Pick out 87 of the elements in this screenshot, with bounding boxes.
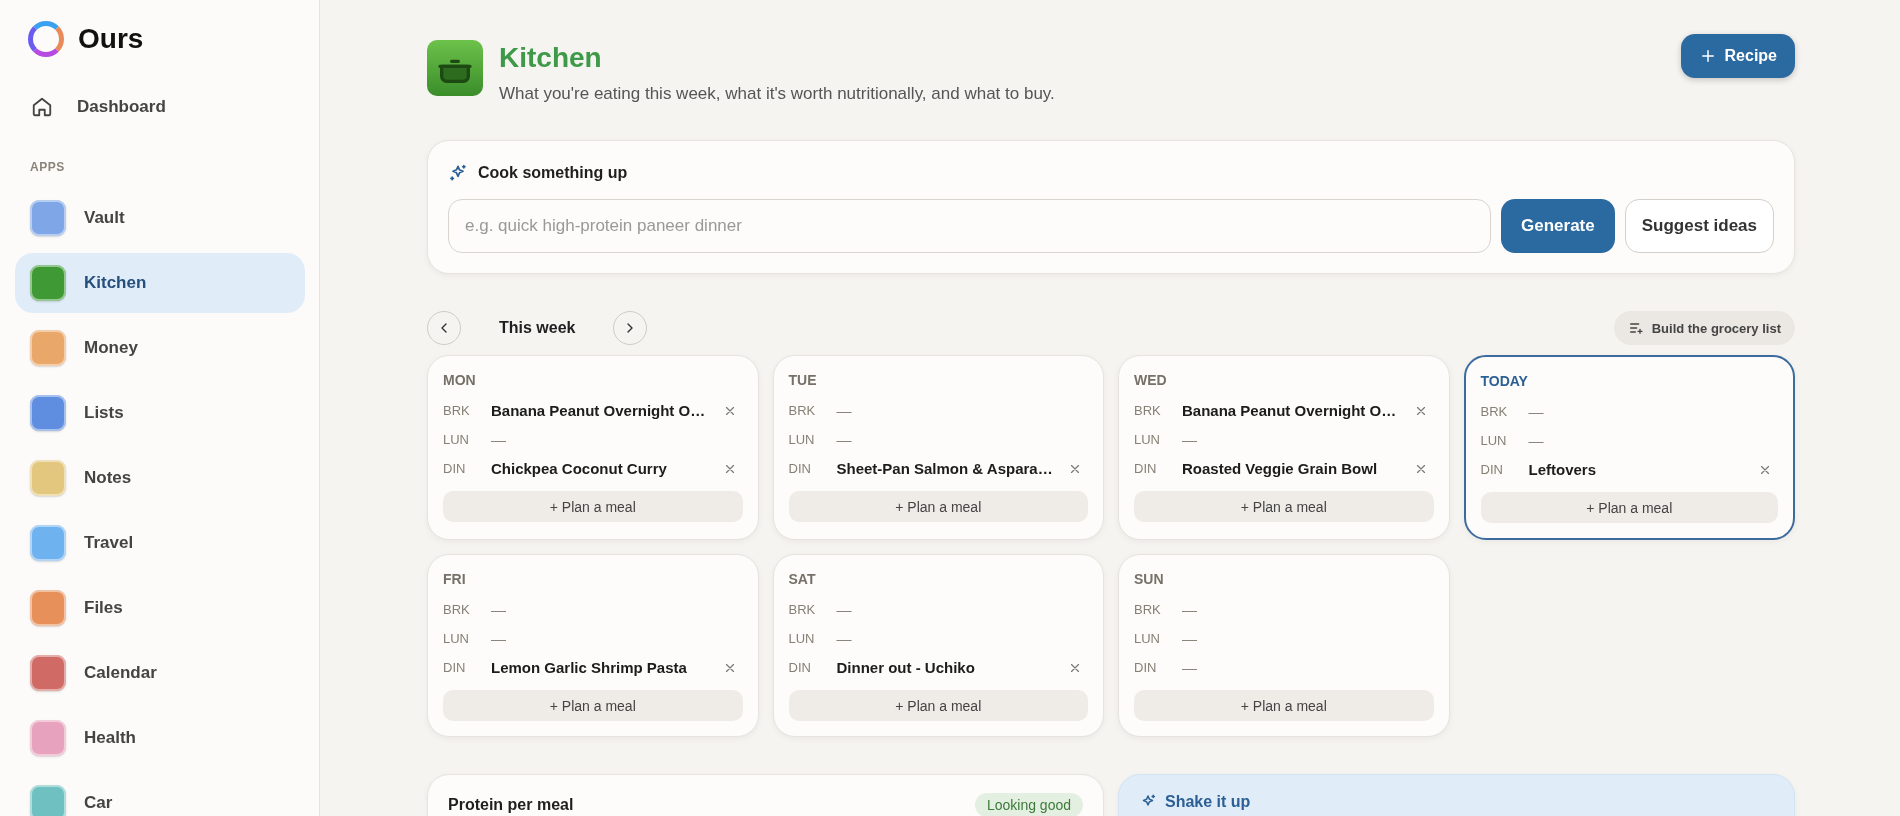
logo-icon bbox=[28, 21, 64, 57]
sidebar-item[interactable]: Lists bbox=[15, 383, 305, 443]
status-badge: Looking good bbox=[974, 793, 1083, 816]
meal-name: — bbox=[1182, 431, 1198, 448]
meal-slot-label: DIN bbox=[443, 461, 467, 476]
day-label: SUN bbox=[1134, 571, 1165, 587]
sidebar-item[interactable]: Health bbox=[15, 708, 305, 768]
plan-meal-button[interactable]: + Plan a meal bbox=[1134, 690, 1434, 721]
day-label: TODAY bbox=[1480, 373, 1529, 389]
card-title: Shake it up bbox=[1165, 793, 1251, 811]
section-label: APPS bbox=[30, 160, 66, 174]
meal-name: — bbox=[836, 402, 853, 419]
plan-meal-button[interactable]: + Plan a meal bbox=[1480, 492, 1778, 523]
meal-slot-label: DIN bbox=[1134, 660, 1158, 675]
plan-meal-button[interactable]: + Plan a meal bbox=[1134, 491, 1434, 522]
meal-name: — bbox=[1182, 601, 1198, 618]
day-label: FRI bbox=[443, 571, 467, 587]
suggest-ideas-button[interactable]: Suggest ideas bbox=[1624, 199, 1774, 253]
meal-slot-label: BRK bbox=[1134, 403, 1162, 418]
meal-slot-label: LUN bbox=[788, 631, 816, 646]
add-recipe-button[interactable]: Recipe bbox=[1680, 34, 1795, 78]
meal-name: — bbox=[1528, 403, 1545, 420]
build-grocery-list-button[interactable]: Build the grocery list bbox=[1613, 311, 1795, 345]
meal-name: — bbox=[836, 601, 853, 618]
day-label: WED bbox=[1134, 372, 1168, 388]
previous-week-button[interactable] bbox=[427, 311, 461, 345]
meal-slot-label: DIN bbox=[1480, 462, 1504, 477]
meal-name: — bbox=[491, 630, 507, 647]
meal-name: Roasted Veggie Grain Bowl bbox=[1182, 460, 1379, 477]
meal-name: Banana Peanut Overnight O… bbox=[1182, 402, 1398, 419]
meal-slot-label: BRK bbox=[788, 602, 817, 617]
meal-slot-label: BRK bbox=[443, 403, 471, 418]
sidebar-item[interactable]: Travel bbox=[15, 513, 305, 573]
day-label: MON bbox=[443, 372, 477, 388]
list-plus-icon bbox=[1627, 320, 1644, 336]
meal-slot-label: DIN bbox=[443, 660, 467, 675]
meal-name: — bbox=[491, 431, 507, 448]
dashboard-link[interactable]: Dashboard bbox=[15, 92, 305, 122]
meal-name: — bbox=[491, 601, 507, 618]
generate-button[interactable]: Generate bbox=[1501, 199, 1615, 253]
plan-meal-button[interactable]: + Plan a meal bbox=[443, 491, 743, 522]
meal-slot-label: DIN bbox=[788, 660, 812, 675]
meal-name: Lemon Garlic Shrimp Pasta bbox=[491, 659, 688, 676]
sidebar-item[interactable]: Car bbox=[15, 773, 305, 816]
week-label: This week bbox=[499, 319, 576, 337]
meal-name: Chickpea Coconut Curry bbox=[491, 460, 668, 477]
page-subtitle: What you're eating this week, what it's worth nutritionally, and what to buy. bbox=[499, 84, 1056, 104]
meal-slot-label: DIN bbox=[788, 461, 812, 476]
plan-meal-button[interactable]: + Plan a meal bbox=[788, 491, 1088, 522]
meal-slot-label: LUN bbox=[1134, 432, 1161, 447]
meal-name: — bbox=[1182, 630, 1198, 647]
meal-name: — bbox=[1182, 659, 1198, 676]
meal-slot-label: LUN bbox=[443, 432, 470, 447]
meal-name: — bbox=[836, 630, 853, 647]
meal-slot-label: BRK bbox=[788, 403, 817, 418]
meal-slot-label: LUN bbox=[1480, 433, 1508, 448]
meal-slot-label: DIN bbox=[1134, 461, 1158, 476]
meal-slot-label: BRK bbox=[1134, 602, 1162, 617]
sidebar-item[interactable]: Vault bbox=[15, 188, 305, 248]
sparkle-icon bbox=[448, 163, 468, 183]
home-icon bbox=[31, 96, 53, 118]
sidebar-item[interactable]: Money bbox=[15, 318, 305, 378]
meal-slot-label: LUN bbox=[1134, 631, 1161, 646]
card-title: Cook something up bbox=[478, 164, 628, 182]
sidebar-item[interactable]: Calendar bbox=[15, 643, 305, 703]
brand-name: Ours bbox=[78, 23, 144, 55]
plan-meal-button[interactable]: + Plan a meal bbox=[443, 690, 743, 721]
prompt-input-field[interactable]: e.g. quick high-protein paneer dinner bbox=[448, 199, 1492, 253]
meal-name: Leftovers bbox=[1528, 461, 1598, 478]
meal-name: Sheet-Pan Salmon & Aspara… bbox=[836, 460, 1054, 477]
page-title: Kitchen bbox=[499, 42, 603, 74]
plan-meal-button[interactable]: + Plan a meal bbox=[788, 690, 1088, 721]
next-week-button[interactable] bbox=[613, 311, 648, 345]
day-label: TUE bbox=[788, 372, 818, 388]
sidebar-item[interactable]: Files bbox=[15, 578, 305, 638]
sidebar-item[interactable]: Kitchen bbox=[15, 253, 305, 313]
card-title: Protein per meal bbox=[448, 796, 574, 814]
meal-slot-label: BRK bbox=[1480, 404, 1509, 419]
meal-name: — bbox=[836, 431, 853, 448]
meal-slot-label: BRK bbox=[443, 602, 471, 617]
meal-name: Dinner out - Uchiko bbox=[836, 659, 976, 676]
meal-slot-label: LUN bbox=[788, 432, 816, 447]
sidebar-item[interactable]: Notes bbox=[15, 448, 305, 508]
meal-name: — bbox=[1528, 432, 1545, 449]
meal-slot-label: LUN bbox=[443, 631, 470, 646]
meal-name: Banana Peanut Overnight O… bbox=[491, 402, 707, 419]
day-label: SAT bbox=[788, 571, 817, 587]
